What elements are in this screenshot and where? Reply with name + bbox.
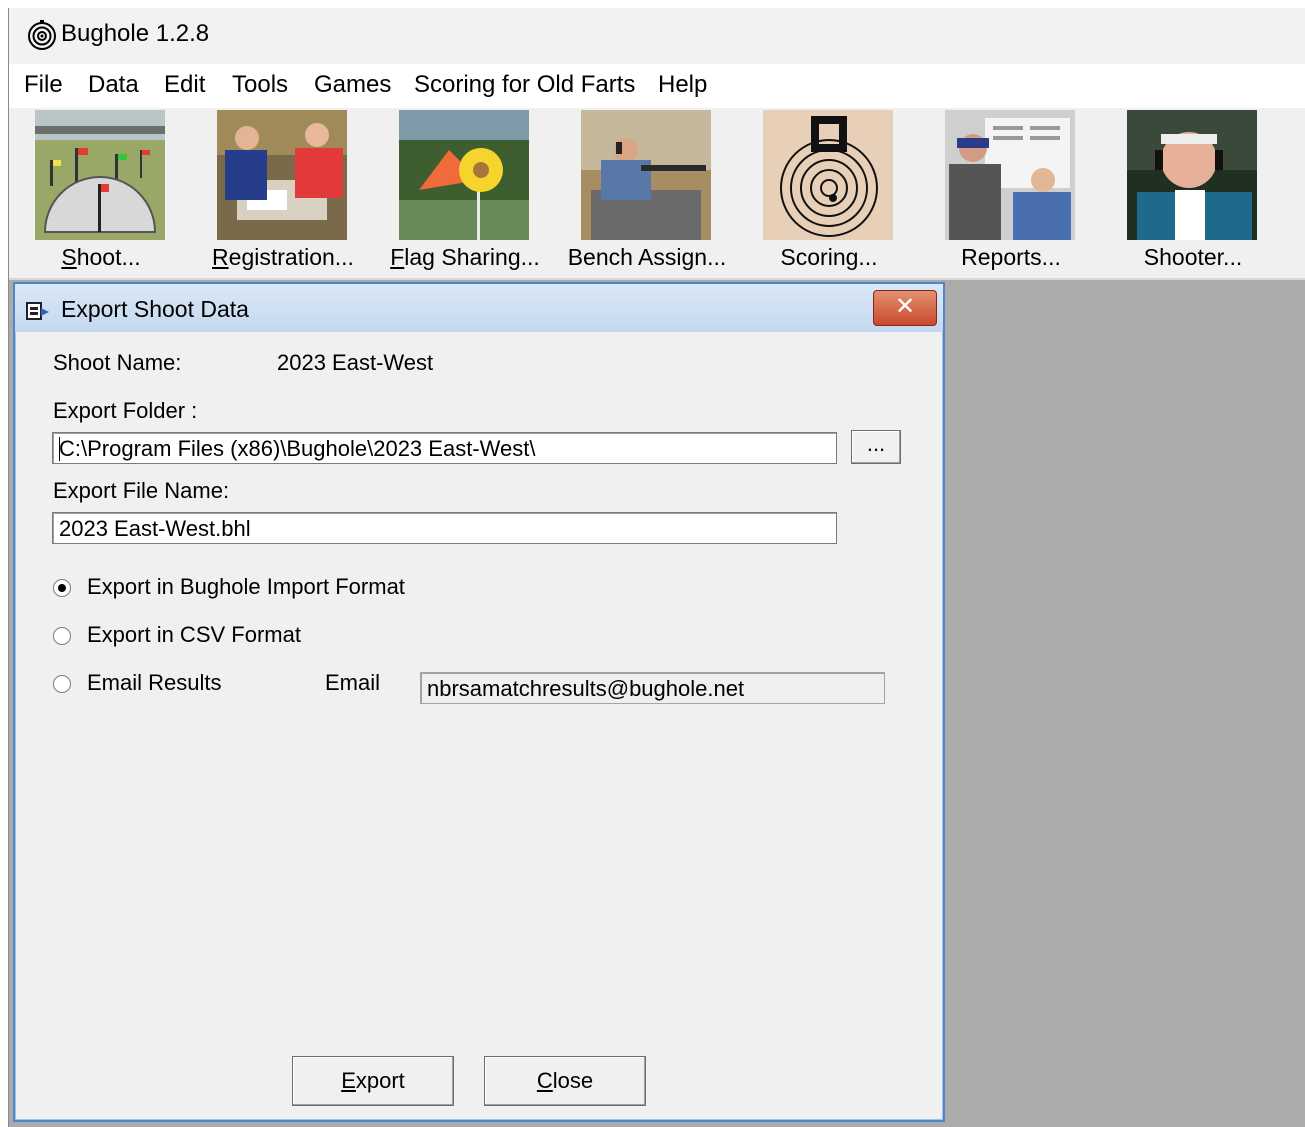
toolbar-scoring-label: Scoring... — [780, 244, 878, 270]
toolbar-registration-button[interactable]: Registration... — [193, 110, 373, 275]
toolbar-bench-assign-button[interactable]: Bench Assign... — [557, 110, 737, 275]
flag-range-icon — [35, 110, 165, 240]
dialog-close-button[interactable]: ✕ — [873, 290, 937, 326]
menu-help[interactable]: Help — [652, 71, 713, 99]
toolbar-flag-sharing-button[interactable]: Flag Sharing... — [375, 110, 555, 275]
target-icon — [28, 20, 56, 50]
menu-data[interactable]: Data — [82, 71, 145, 99]
menu-games[interactable]: Games — [308, 71, 397, 99]
target-photo-icon — [763, 110, 893, 240]
radio-button[interactable] — [53, 579, 71, 597]
toolbar-registration-label: Registration... — [212, 244, 354, 270]
menu-tools[interactable]: Tools — [226, 71, 294, 99]
app-window: Bughole 1.2.8 File Data Edit Tools Games… — [8, 8, 1305, 1127]
dialog-title: Export Shoot Data — [61, 296, 249, 322]
export-icon — [26, 302, 49, 320]
export-button[interactable]: Export — [292, 1056, 454, 1106]
toolbar-shooter-button[interactable]: Shooter... — [1103, 110, 1283, 275]
app-title: Bughole 1.2.8 — [61, 20, 210, 47]
reports-icon — [945, 110, 1075, 240]
toolbar-scoring-button[interactable]: Scoring... — [739, 110, 919, 275]
radio-selected-dot — [58, 584, 66, 592]
toolbar-shoot-button[interactable]: Shoot... — [11, 110, 191, 275]
radio-button[interactable] — [53, 675, 71, 693]
option-label: Export in CSV Format — [87, 622, 301, 647]
shoot-name-label: Shoot Name: — [53, 350, 182, 375]
shooter-icon — [1127, 110, 1257, 240]
export-folder-input[interactable]: C:\Program Files (x86)\Bughole\2023 East… — [52, 432, 837, 464]
flag-icon — [399, 110, 529, 240]
radio-button[interactable] — [53, 627, 71, 645]
menu-edit[interactable]: Edit — [158, 71, 211, 99]
option-label: Email Results — [87, 670, 222, 695]
toolbar-shoot-label: Shoot... — [61, 244, 141, 270]
title-bar: Bughole 1.2.8 — [9, 8, 1305, 64]
menu-scoring-for-old-farts[interactable]: Scoring for Old Farts — [408, 71, 641, 99]
close-button[interactable]: Close — [484, 1056, 646, 1106]
shoot-name-value: 2023 East-West — [277, 350, 434, 375]
browse-folder-button[interactable]: ... — [851, 430, 901, 464]
text-caret — [59, 437, 60, 461]
toolbar-reports-label: Reports... — [961, 244, 1061, 270]
menu-bar: File Data Edit Tools Games Scoring for O… — [9, 64, 1305, 108]
email-input[interactable]: nbrsamatchresults@bughole.net — [420, 672, 885, 704]
email-label: Email — [325, 670, 381, 695]
toolbar-bench-assign-label: Bench Assign... — [567, 244, 727, 270]
option-label: Export in Bughole Import Format — [87, 574, 405, 599]
toolbar-shooter-label: Shooter... — [1143, 244, 1243, 270]
dialog-title-bar: Export Shoot Data ✕ — [15, 284, 943, 332]
export-folder-label: Export Folder : — [53, 398, 198, 423]
export-file-name-label: Export File Name: — [53, 478, 230, 503]
toolbar-flag-sharing-label: Flag Sharing... — [390, 244, 540, 270]
toolbar-reports-button[interactable]: Reports... — [921, 110, 1101, 275]
bench-shooter-icon — [581, 110, 711, 240]
registration-icon — [217, 110, 347, 240]
menu-file[interactable]: File — [18, 71, 69, 99]
export-file-name-input[interactable]: 2023 East-West.bhl — [52, 512, 837, 544]
toolbar: Shoot... Registration... Flag Sharing...… — [9, 108, 1305, 280]
close-icon: ✕ — [894, 293, 916, 320]
export-shoot-data-dialog: Export Shoot Data ✕ Shoot Name: 2023 Eas… — [13, 282, 945, 1122]
